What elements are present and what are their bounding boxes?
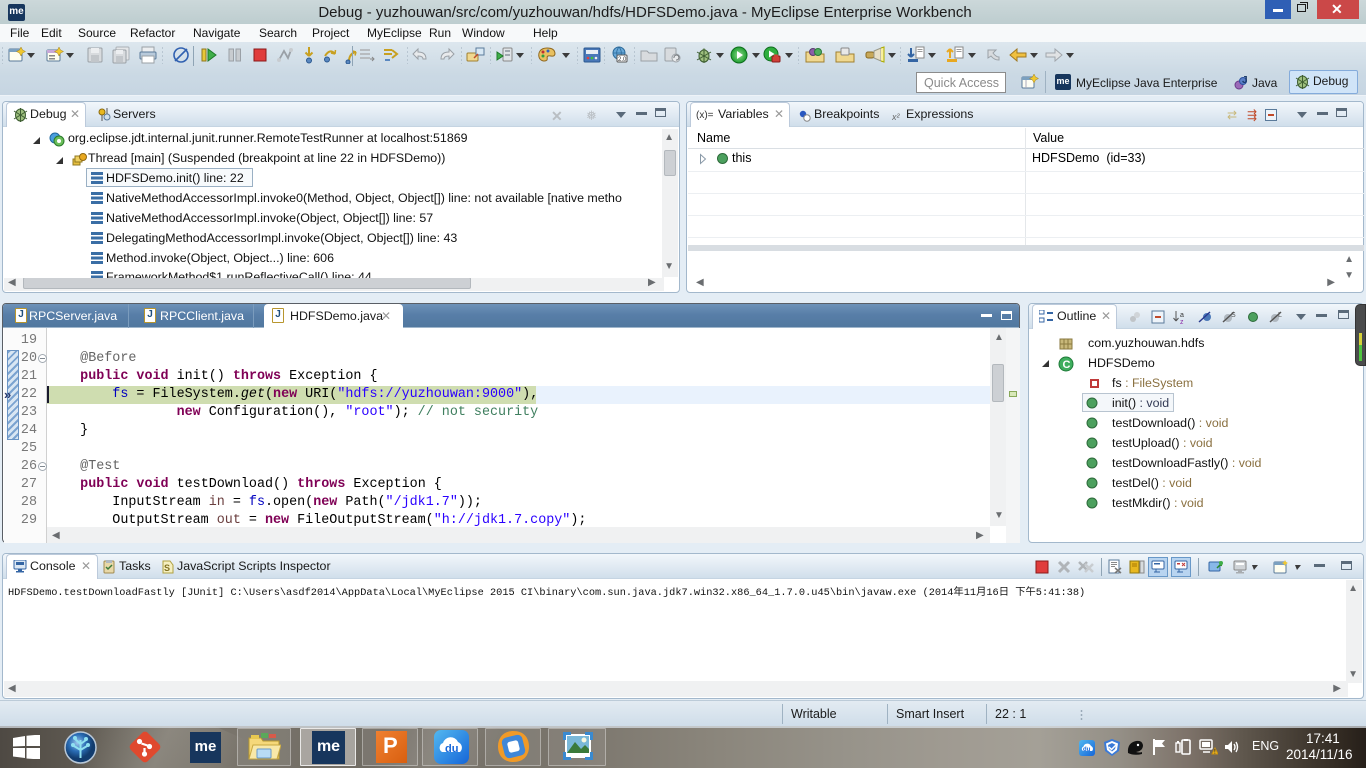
svg-text:S: S [164, 563, 170, 573]
svg-text:C: C [1063, 359, 1071, 371]
svg-text:2.0: 2.0 [618, 57, 627, 63]
svg-text:!: ! [1214, 750, 1216, 756]
svg-text:du: du [445, 743, 458, 755]
svg-text:du: du [1083, 747, 1091, 753]
svg-text:J: J [1242, 75, 1248, 86]
svg-text:a: a [1180, 312, 1184, 319]
svg-text:x²: x² [892, 112, 901, 122]
svg-text:z: z [1180, 319, 1184, 324]
